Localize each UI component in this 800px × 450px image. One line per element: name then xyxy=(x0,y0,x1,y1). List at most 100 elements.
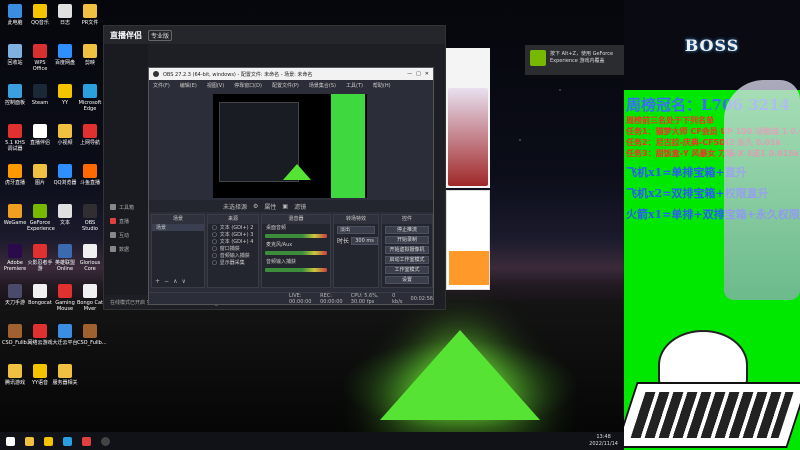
menu-profile[interactable]: 配置文件(P) xyxy=(272,82,299,89)
geforce-notification[interactable]: 按下 Alt+Z，使用 GeForce Experience 游戏内覆盖 xyxy=(525,45,624,75)
studio-mode-button[interactable]: 工作室模式 xyxy=(385,266,429,274)
obs-titlebar[interactable]: OBS 27.2.3 (64-bit, windows) - 配置文件: 未命名… xyxy=(149,68,433,80)
source-item[interactable]: ▢ 窗口捕获 xyxy=(208,245,258,253)
desktop-icon[interactable]: 百度网盘 xyxy=(52,44,78,66)
desktop-icon[interactable]: 文本 xyxy=(52,204,78,226)
remove-icon[interactable]: − xyxy=(164,278,169,285)
desktop-icon[interactable]: 控制面板 xyxy=(2,84,28,106)
close-icon[interactable]: ✕ xyxy=(425,71,433,77)
explorer-icon[interactable] xyxy=(25,436,34,446)
sidebar-item-live[interactable]: 直播 xyxy=(104,214,148,228)
desktop-icon[interactable]: 斗鱼直播 xyxy=(77,164,103,186)
desktop-icon[interactable]: 5.1 KHS 调试器 xyxy=(2,124,28,152)
filter-icon[interactable]: ▣ xyxy=(282,203,288,210)
desktop-icon[interactable]: 回收站 xyxy=(2,44,28,66)
stop-streaming-button[interactable]: 停止推流 xyxy=(385,226,429,234)
qq-music-icon[interactable] xyxy=(44,436,53,446)
desktop-icon[interactable]: 虎牙直播 xyxy=(2,164,28,186)
desktop-icon[interactable]: Steam xyxy=(27,84,53,106)
no-source-label: 未选择源 xyxy=(223,203,248,211)
gear-icon[interactable]: ⚙ xyxy=(253,203,258,210)
desktop-icon[interactable]: 英雄联盟 Online xyxy=(52,244,78,272)
desktop-icon-label: YY xyxy=(61,100,69,106)
sidebar-item-data[interactable]: 数据 xyxy=(104,242,148,256)
browser-window-top[interactable] xyxy=(446,48,490,188)
desktop-icon[interactable]: 网络云游戏 xyxy=(27,324,53,346)
down-icon[interactable]: ∨ xyxy=(181,278,185,285)
menu-edit[interactable]: 编辑(E) xyxy=(180,82,197,89)
desktop-icon[interactable]: PR文件 xyxy=(77,4,103,26)
desktop-icon[interactable]: Bongocat xyxy=(27,284,53,306)
desktop-icon[interactable]: 服务器相关 xyxy=(52,364,78,386)
desktop-icon[interactable]: Gaming Mouse xyxy=(52,284,78,312)
audio-meter[interactable] xyxy=(265,268,327,272)
start-recording-button[interactable]: 开始录制 xyxy=(385,236,429,244)
toolbox-icon xyxy=(110,204,116,210)
desktop-icon[interactable]: Bongo Cat Mver xyxy=(77,284,103,312)
audio-meter[interactable] xyxy=(265,251,327,255)
streamer-titlebar[interactable]: 直播伴侣 专业版 xyxy=(104,26,445,44)
web-page-lower[interactable] xyxy=(446,190,490,290)
studio-mode-toggle-button[interactable]: 启动工作室模式 xyxy=(385,256,429,264)
properties-button[interactable]: 属性 xyxy=(264,202,276,211)
transition-select[interactable]: 淡出 xyxy=(337,226,375,234)
desktop-icon[interactable]: 剪映 xyxy=(77,44,103,66)
desktop-icon[interactable]: GeForce Experience xyxy=(27,204,55,232)
settings-button[interactable]: 设置 xyxy=(385,276,429,284)
desktop-icon[interactable]: CSO_Fullb... xyxy=(2,324,32,346)
desktop-icon[interactable]: WeGame xyxy=(2,204,28,226)
streamer-app-icon[interactable] xyxy=(82,436,91,446)
sidebar-item-chat[interactable]: 互动 xyxy=(104,228,148,242)
menu-tools[interactable]: 工具(T) xyxy=(346,82,363,89)
windows-start-icon[interactable] xyxy=(6,436,15,446)
menu-help[interactable]: 帮助(H) xyxy=(373,82,391,89)
desktop-icon[interactable]: 日志 xyxy=(52,4,78,26)
audio-meter[interactable] xyxy=(265,234,327,238)
menu-view[interactable]: 视图(V) xyxy=(207,82,224,89)
desktop-icon[interactable]: 小视频 xyxy=(52,124,78,146)
desktop-icon[interactable]: 直播伴侣 xyxy=(27,124,53,146)
desktop-icon[interactable]: Microsoft Edge xyxy=(77,84,103,112)
desktop-icon[interactable]: Glorious Core xyxy=(77,244,103,272)
desktop-icon[interactable]: WPS Office xyxy=(27,44,53,72)
desktop-icon[interactable]: QQ音乐 xyxy=(27,4,53,26)
app-icon xyxy=(58,324,72,338)
scene-item[interactable]: 场景 xyxy=(152,224,204,231)
desktop-icon[interactable]: 腾讯游戏 xyxy=(2,364,28,386)
desktop-icon[interactable]: 此电脑 xyxy=(2,4,28,26)
source-item[interactable]: ▢ 显示器采集 xyxy=(208,259,258,267)
desktop-icon[interactable]: 图片 xyxy=(27,164,53,186)
menu-docks[interactable]: 停靠窗口(D) xyxy=(234,82,262,89)
duration-input[interactable]: 300 ms xyxy=(351,236,378,245)
desktop-icon[interactable]: OBS Studio xyxy=(77,204,103,232)
bongo-cat-keyboard xyxy=(624,382,800,448)
sidebar-item-toolbox[interactable]: 工具箱 xyxy=(104,200,148,214)
obs-window[interactable]: OBS 27.2.3 (64-bit, windows) - 配置文件: 未命名… xyxy=(148,67,434,305)
browser-icon[interactable] xyxy=(63,436,72,446)
desktop-icon[interactable]: YY xyxy=(52,84,78,106)
menu-scene-collection[interactable]: 场景集合(S) xyxy=(309,82,336,89)
source-item[interactable]: ▢ 音频输入捕获 xyxy=(208,252,258,260)
maximize-icon[interactable]: □ xyxy=(416,71,421,77)
desktop-icon[interactable]: 上网导航 xyxy=(77,124,103,146)
desktop-icon[interactable]: Adobe Premiere xyxy=(2,244,28,272)
desktop-icon[interactable]: 天刀手游 xyxy=(2,284,28,306)
desktop-icon[interactable]: CSO_Fullb... xyxy=(77,324,107,346)
filters-button[interactable]: 滤镜 xyxy=(294,202,306,211)
source-item[interactable]: ▢ 文本 (GDI+) 2 xyxy=(208,224,258,232)
minimize-icon[interactable]: — xyxy=(407,71,412,77)
app-icon xyxy=(83,84,97,98)
desktop-icon[interactable]: 大迁云平台 xyxy=(52,324,78,346)
up-icon[interactable]: ∧ xyxy=(173,278,177,285)
add-icon[interactable]: + xyxy=(155,278,160,285)
obs-taskbar-icon[interactable] xyxy=(101,436,110,446)
desktop-icon[interactable]: YY语音 xyxy=(27,364,53,386)
obs-preview[interactable] xyxy=(213,94,367,198)
desktop-icon[interactable]: 火影忍者手游 xyxy=(27,244,53,272)
menu-file[interactable]: 文件(F) xyxy=(153,82,170,89)
desktop-icon[interactable]: QQ浏览器 xyxy=(52,164,78,186)
source-item[interactable]: ▢ 文本 (GDI+) 4 xyxy=(208,238,258,246)
start-virtual-camera-button[interactable]: 开始虚拟摄像机 xyxy=(385,246,429,254)
source-item[interactable]: ▢ 文本 (GDI+) 3 xyxy=(208,231,258,239)
taskbar-clock[interactable]: 13:48 2022/11/14 xyxy=(589,434,618,448)
